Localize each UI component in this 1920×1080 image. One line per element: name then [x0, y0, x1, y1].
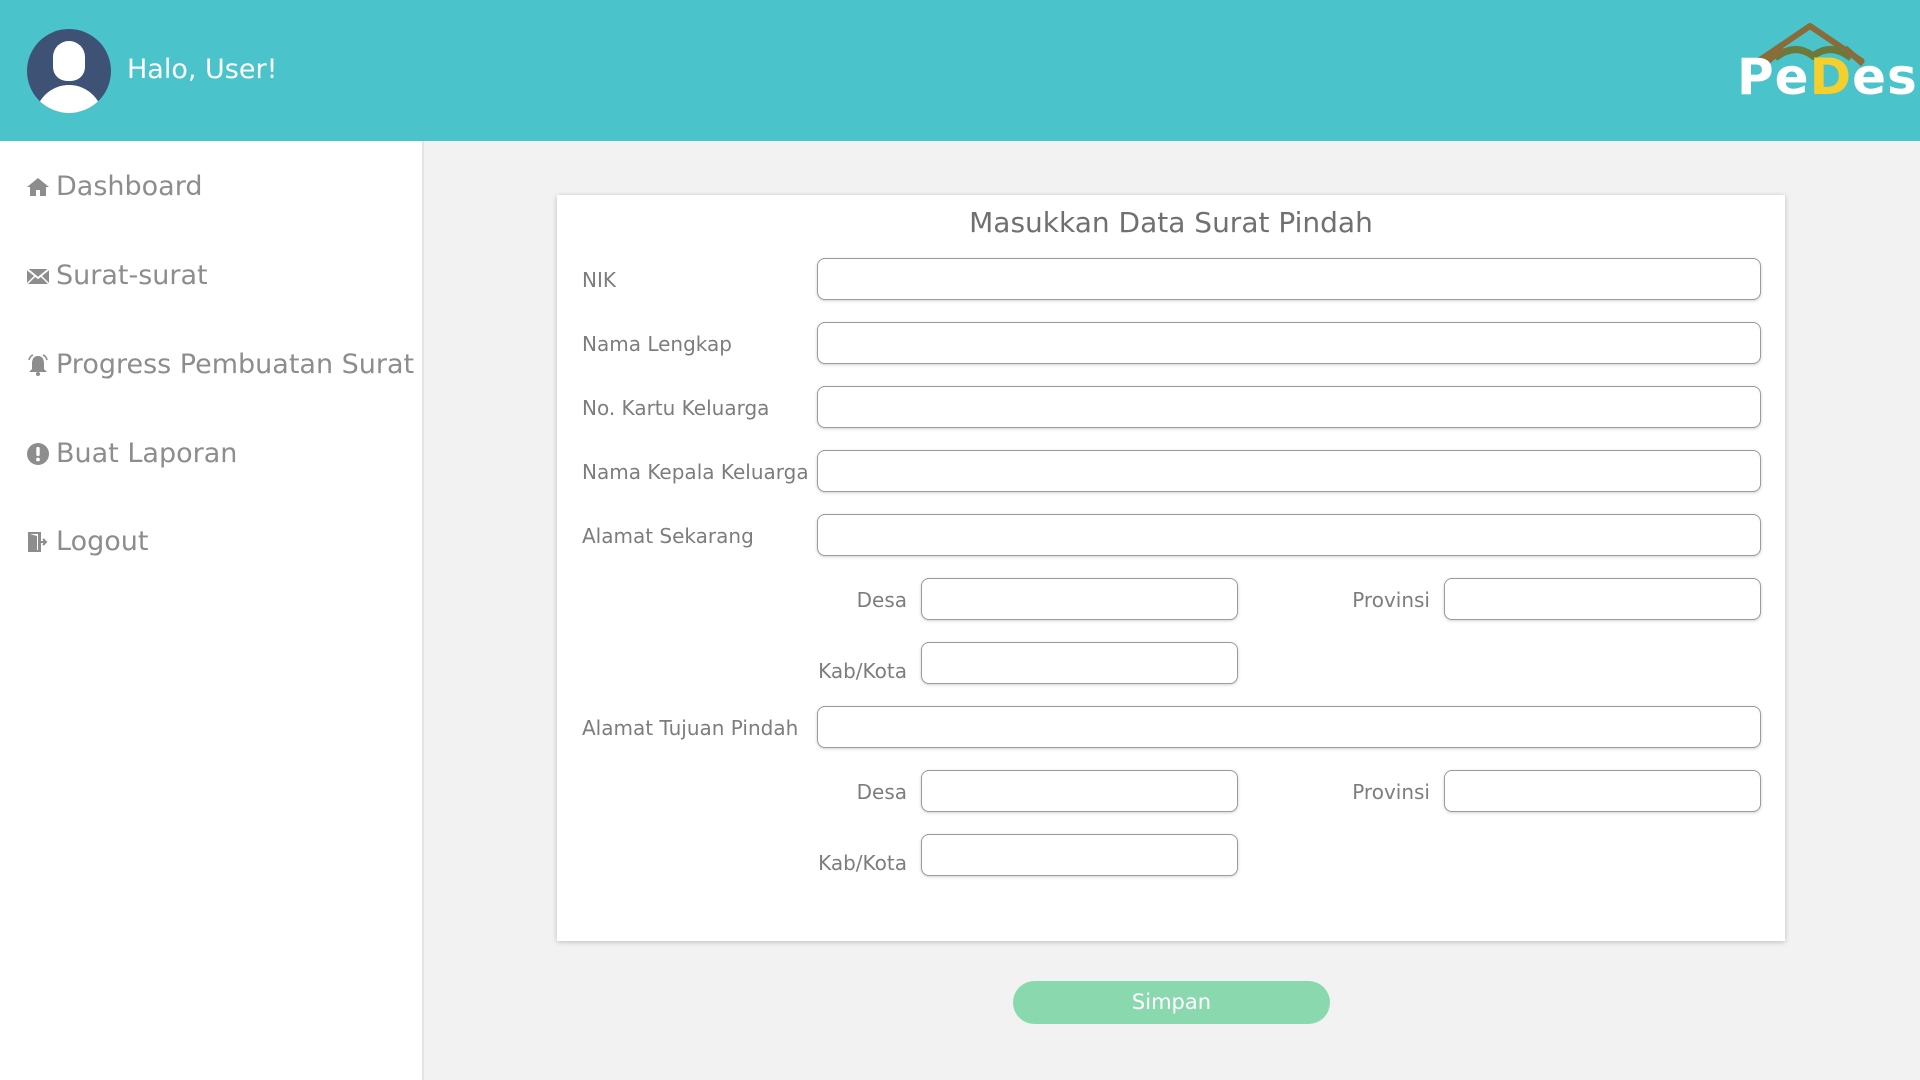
nama-kepala-label: Nama Kepala Keluarga — [582, 460, 809, 484]
logo-wordmark: PeDes — [1737, 48, 1918, 106]
kabkota-sekarang-field[interactable] — [921, 642, 1238, 684]
pedes-logo: PeDes — [1735, 22, 1917, 106]
logo-text-pe: Pe — [1737, 48, 1810, 106]
desa-sekarang-label: Desa — [856, 588, 907, 612]
sidebar-item-label: Buat Laporan — [56, 438, 238, 469]
bell-icon — [28, 353, 48, 376]
logo-text-es: es — [1852, 48, 1918, 106]
sidebar-item-progress[interactable]: Progress Pembuatan Surat — [26, 349, 414, 380]
provinsi-sekarang-label: Provinsi — [1352, 588, 1430, 612]
nik-field[interactable] — [817, 258, 1761, 300]
avatar-head-shape — [53, 41, 85, 81]
avatar-body-shape — [35, 85, 103, 113]
nama-lengkap-label: Nama Lengkap — [582, 332, 732, 356]
avatar[interactable] — [27, 29, 111, 113]
nik-label: NIK — [582, 268, 616, 292]
sidebar-item-surat-surat[interactable]: Surat-surat — [26, 260, 208, 291]
nama-lengkap-field[interactable] — [817, 322, 1761, 364]
home-icon — [27, 177, 49, 196]
provinsi-tujuan-field[interactable] — [1444, 770, 1761, 812]
sign-out-icon — [28, 531, 48, 552]
surat-pindah-form: Masukkan Data Surat Pindah NIK Nama Leng… — [557, 195, 1785, 941]
sidebar-item-label: Progress Pembuatan Surat — [56, 349, 415, 380]
alamat-tujuan-label: Alamat Tujuan Pindah — [582, 716, 799, 740]
provinsi-tujuan-label: Provinsi — [1352, 780, 1430, 804]
no-kk-label: No. Kartu Keluarga — [582, 396, 770, 420]
no-kk-field[interactable] — [817, 386, 1761, 428]
envelope-icon — [26, 267, 50, 285]
form-title: Masukkan Data Surat Pindah — [969, 206, 1373, 239]
sidebar-item-label: Surat-surat — [56, 260, 208, 291]
desa-tujuan-field[interactable] — [921, 770, 1238, 812]
top-header: Halo, User! PeDes — [0, 0, 1920, 141]
kabkota-sekarang-label: Kab/Kota — [818, 659, 907, 683]
exclamation-circle-icon — [27, 442, 49, 465]
nama-kepala-field[interactable] — [817, 450, 1761, 492]
desa-sekarang-field[interactable] — [921, 578, 1238, 620]
save-button[interactable]: Simpan — [1013, 981, 1330, 1024]
kabkota-tujuan-label: Kab/Kota — [818, 851, 907, 875]
sidebar-item-buat-laporan[interactable]: Buat Laporan — [26, 438, 237, 469]
sidebar-item-label: Dashboard — [56, 171, 203, 202]
sidebar: Dashboard Surat-surat Progress Pembuatan… — [0, 141, 424, 1080]
desa-tujuan-label: Desa — [856, 780, 907, 804]
alamat-tujuan-field[interactable] — [817, 706, 1761, 748]
logo-text-d: D — [1809, 48, 1853, 106]
sidebar-item-dashboard[interactable]: Dashboard — [26, 171, 202, 202]
alamat-sekarang-field[interactable] — [817, 514, 1761, 556]
provinsi-sekarang-field[interactable] — [1444, 578, 1761, 620]
kabkota-tujuan-field[interactable] — [921, 834, 1238, 876]
user-greeting: Halo, User! — [127, 54, 278, 85]
alamat-sekarang-label: Alamat Sekarang — [582, 524, 754, 548]
sidebar-item-label: Logout — [56, 526, 149, 557]
sidebar-item-logout[interactable]: Logout — [26, 526, 148, 557]
